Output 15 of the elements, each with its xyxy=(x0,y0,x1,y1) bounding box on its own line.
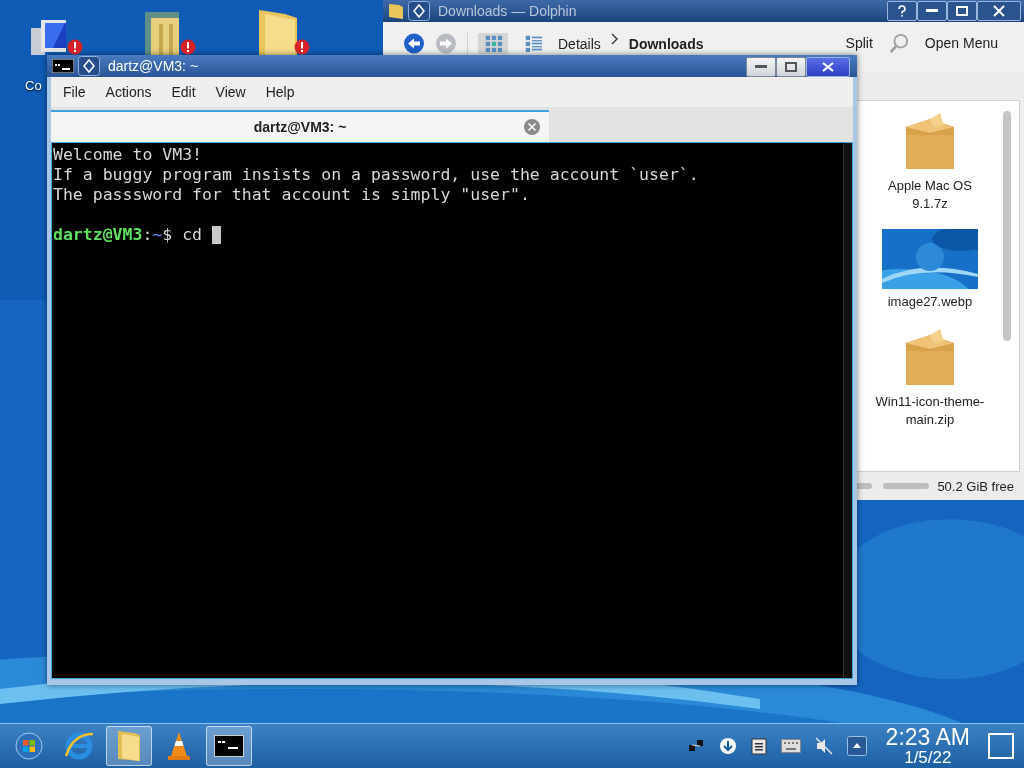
keyboard-icon[interactable] xyxy=(780,739,801,753)
windows-orb-icon xyxy=(14,731,44,761)
traffic-cone-icon xyxy=(165,730,193,762)
browser-icon xyxy=(63,730,95,762)
muted-speaker-icon[interactable] xyxy=(814,737,833,755)
folder-icon xyxy=(116,729,142,763)
clipboard-icon[interactable] xyxy=(750,737,767,755)
terminal-icon xyxy=(214,735,244,757)
show-hidden-icons-button[interactable] xyxy=(846,736,867,756)
clock-date[interactable]: 1/5/22 xyxy=(904,749,952,766)
download-icon[interactable] xyxy=(718,737,737,755)
show-desktop-button[interactable] xyxy=(988,733,1014,759)
folder-taskbar-button[interactable] xyxy=(106,726,152,766)
terminal-taskbar-button[interactable] xyxy=(206,726,252,766)
clock-time[interactable]: 2:23 AM xyxy=(885,726,970,749)
